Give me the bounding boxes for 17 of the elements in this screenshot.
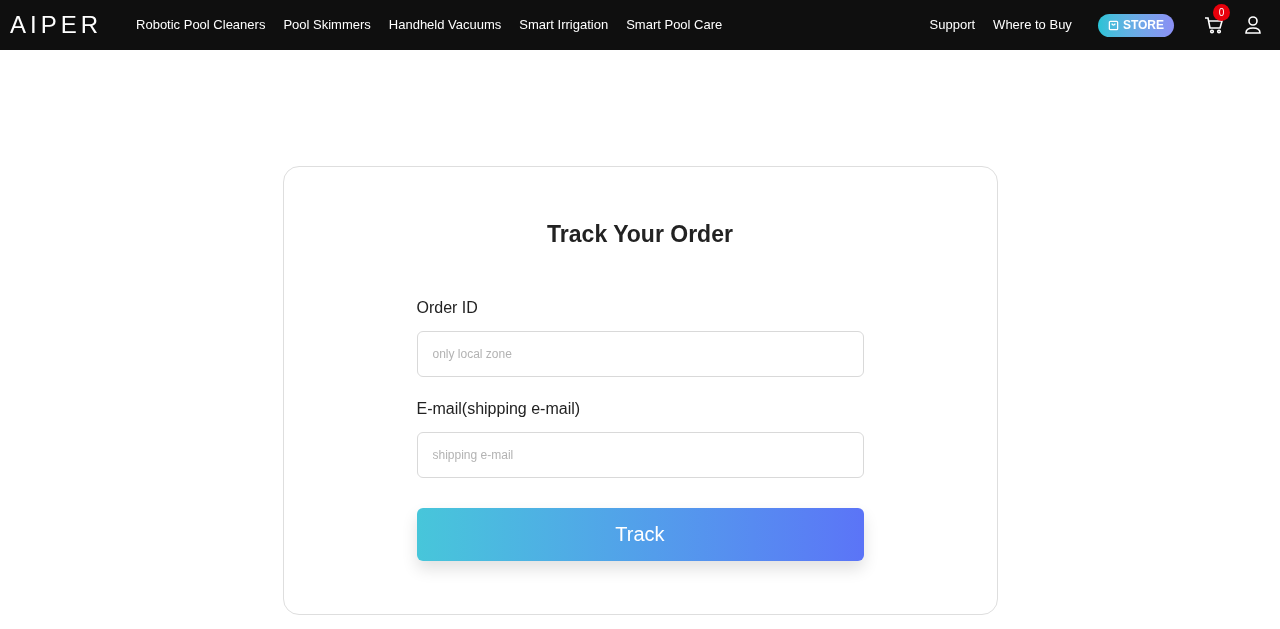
nav-link[interactable]: Handheld Vacuums bbox=[388, 15, 502, 35]
input-field[interactable]: shipping e-mail bbox=[416, 431, 864, 478]
field-label: E-mail(shipping e-mail) bbox=[416, 398, 582, 419]
bag-icon bbox=[1107, 19, 1119, 31]
nav-link[interactable]: Pool Skimmers bbox=[283, 15, 371, 35]
logo[interactable]: AIPER bbox=[10, 7, 103, 43]
input-field[interactable]: only local zone bbox=[416, 330, 864, 377]
cart-icon[interactable] bbox=[1204, 16, 1224, 34]
nav-link[interactable]: Robotic Pool Cleaners bbox=[136, 15, 266, 35]
form-title: Track Your Order bbox=[547, 220, 733, 249]
nav-link[interactable]: Smart Irrigation bbox=[519, 15, 609, 35]
nav-link[interactable]: Support bbox=[929, 15, 976, 35]
cart-count-badge: 0 bbox=[1213, 4, 1230, 21]
nav-link[interactable]: Where to Buy bbox=[993, 15, 1072, 35]
field-label: Order ID bbox=[416, 297, 479, 318]
nav-link[interactable]: Smart Pool Care bbox=[626, 15, 723, 35]
user-icon[interactable] bbox=[1244, 15, 1262, 35]
